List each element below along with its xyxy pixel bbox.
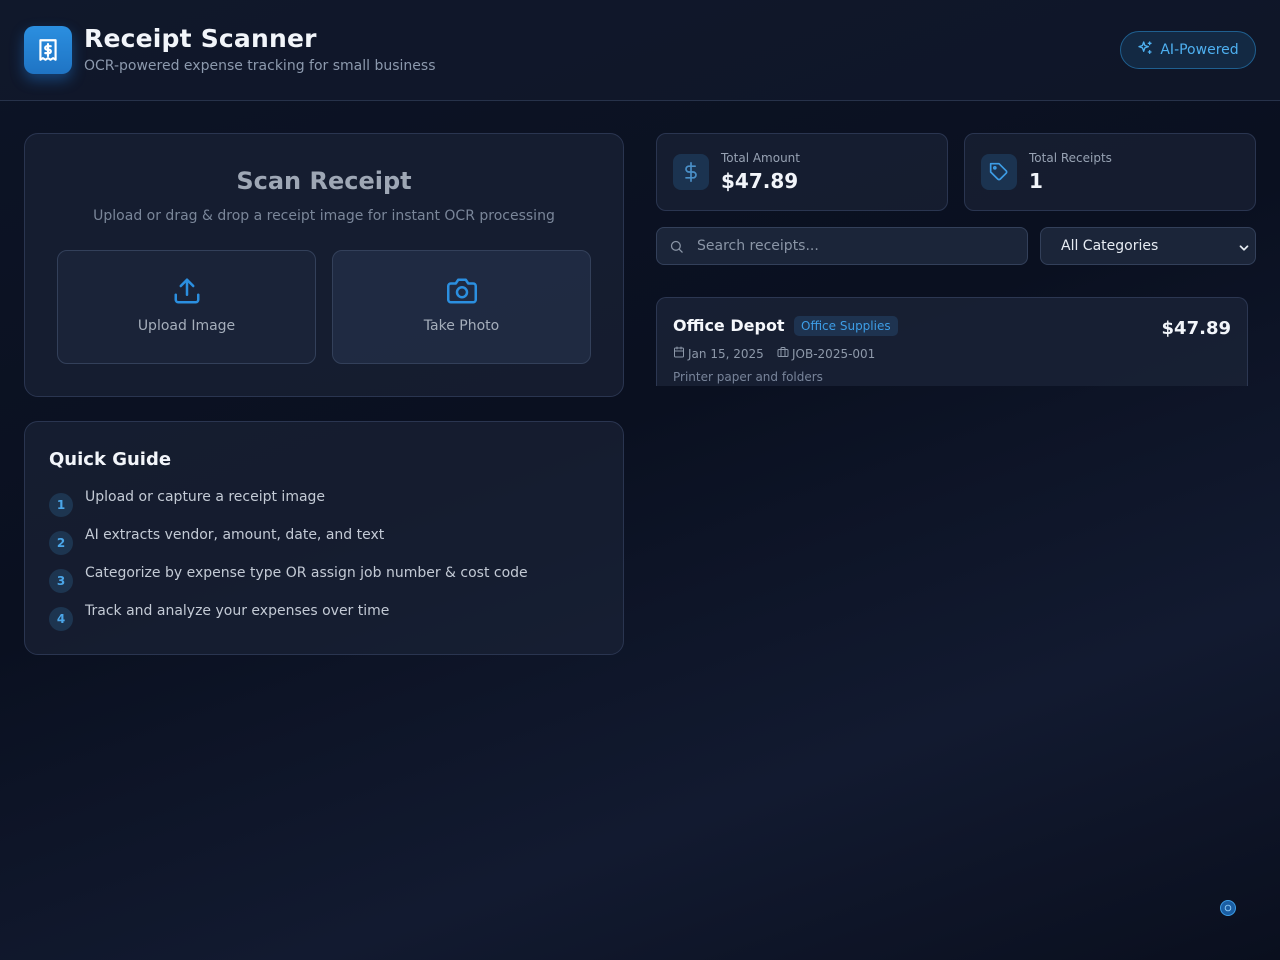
step-text: Upload or capture a receipt image — [85, 489, 326, 505]
category-select[interactable]: All Categories — [1040, 227, 1256, 265]
step-number: 1 — [49, 493, 73, 517]
ai-powered-label: AI-Powered — [1160, 42, 1239, 58]
total-amount-label: Total Amount — [721, 151, 800, 165]
search-input[interactable] — [697, 228, 1017, 264]
receipt-date-text: Jan 15, 2025 — [688, 346, 764, 361]
scan-receipt-title: Scan Receipt — [236, 167, 412, 195]
app-subtitle: OCR-powered expense tracking for small b… — [84, 58, 436, 74]
receipt-dollar-icon — [24, 26, 72, 74]
guide-step: 4 Track and analyze your expenses over t… — [49, 603, 609, 631]
upload-icon — [172, 276, 202, 306]
receipt-date: Jan 15, 2025 — [673, 346, 764, 361]
sparkles-icon — [1137, 40, 1153, 60]
step-number: 3 — [49, 569, 73, 593]
search-box — [656, 227, 1028, 265]
receipt-vendor: Office Depot — [673, 316, 785, 335]
receipt-amount: $47.89 — [1161, 318, 1231, 339]
briefcase-icon — [777, 346, 789, 361]
app-header: Receipt Scanner OCR-powered expense trac… — [0, 0, 1280, 101]
guide-step: 2 AI extracts vendor, amount, date, and … — [49, 527, 609, 555]
camera-icon — [446, 276, 477, 306]
step-text: Track and analyze your expenses over tim… — [85, 603, 390, 619]
receipt-category-badge: Office Supplies — [794, 316, 898, 336]
search-icon — [669, 239, 684, 258]
app-title: Receipt Scanner — [84, 24, 317, 53]
ai-powered-badge[interactable]: AI-Powered — [1120, 31, 1256, 69]
scan-receipt-card: Scan Receipt Upload or drag & drop a rec… — [24, 133, 624, 397]
take-photo-button[interactable]: Take Photo — [332, 250, 591, 364]
take-photo-label: Take Photo — [423, 318, 500, 334]
scan-receipt-description: Upload or drag & drop a receipt image fo… — [93, 208, 555, 224]
receipt-note: Printer paper and folders — [673, 370, 823, 384]
total-receipts-label: Total Receipts — [1029, 151, 1112, 165]
status-indicator[interactable] — [1220, 900, 1236, 916]
upload-image-label: Upload Image — [137, 318, 236, 334]
step-number: 4 — [49, 607, 73, 631]
tag-icon — [981, 154, 1017, 190]
total-receipts-card: Total Receipts 1 — [964, 133, 1256, 211]
receipt-list-item[interactable]: Office Depot Office Supplies $47.89 Jan … — [656, 297, 1248, 386]
step-text: AI extracts vendor, amount, date, and te… — [85, 527, 385, 543]
receipt-job: JOB-2025-001 — [777, 346, 875, 361]
total-amount-value: $47.89 — [721, 169, 799, 193]
category-select-value: All Categories — [1061, 238, 1159, 254]
quick-guide-title: Quick Guide — [49, 449, 172, 470]
indicator-dot-icon — [1224, 904, 1232, 912]
step-number: 2 — [49, 531, 73, 555]
quick-guide-card: Quick Guide 1 Upload or capture a receip… — [24, 421, 624, 655]
calendar-icon — [673, 346, 685, 361]
dollar-icon — [673, 154, 709, 190]
step-text: Categorize by expense type OR assign job… — [85, 565, 528, 581]
upload-image-button[interactable]: Upload Image — [57, 250, 316, 364]
chevron-down-icon — [1237, 240, 1251, 259]
guide-step: 1 Upload or capture a receipt image — [49, 489, 609, 517]
guide-step: 3 Categorize by expense type OR assign j… — [49, 565, 609, 593]
total-amount-card: Total Amount $47.89 — [656, 133, 948, 211]
receipt-job-text: JOB-2025-001 — [792, 346, 876, 361]
total-receipts-value: 1 — [1029, 169, 1043, 193]
